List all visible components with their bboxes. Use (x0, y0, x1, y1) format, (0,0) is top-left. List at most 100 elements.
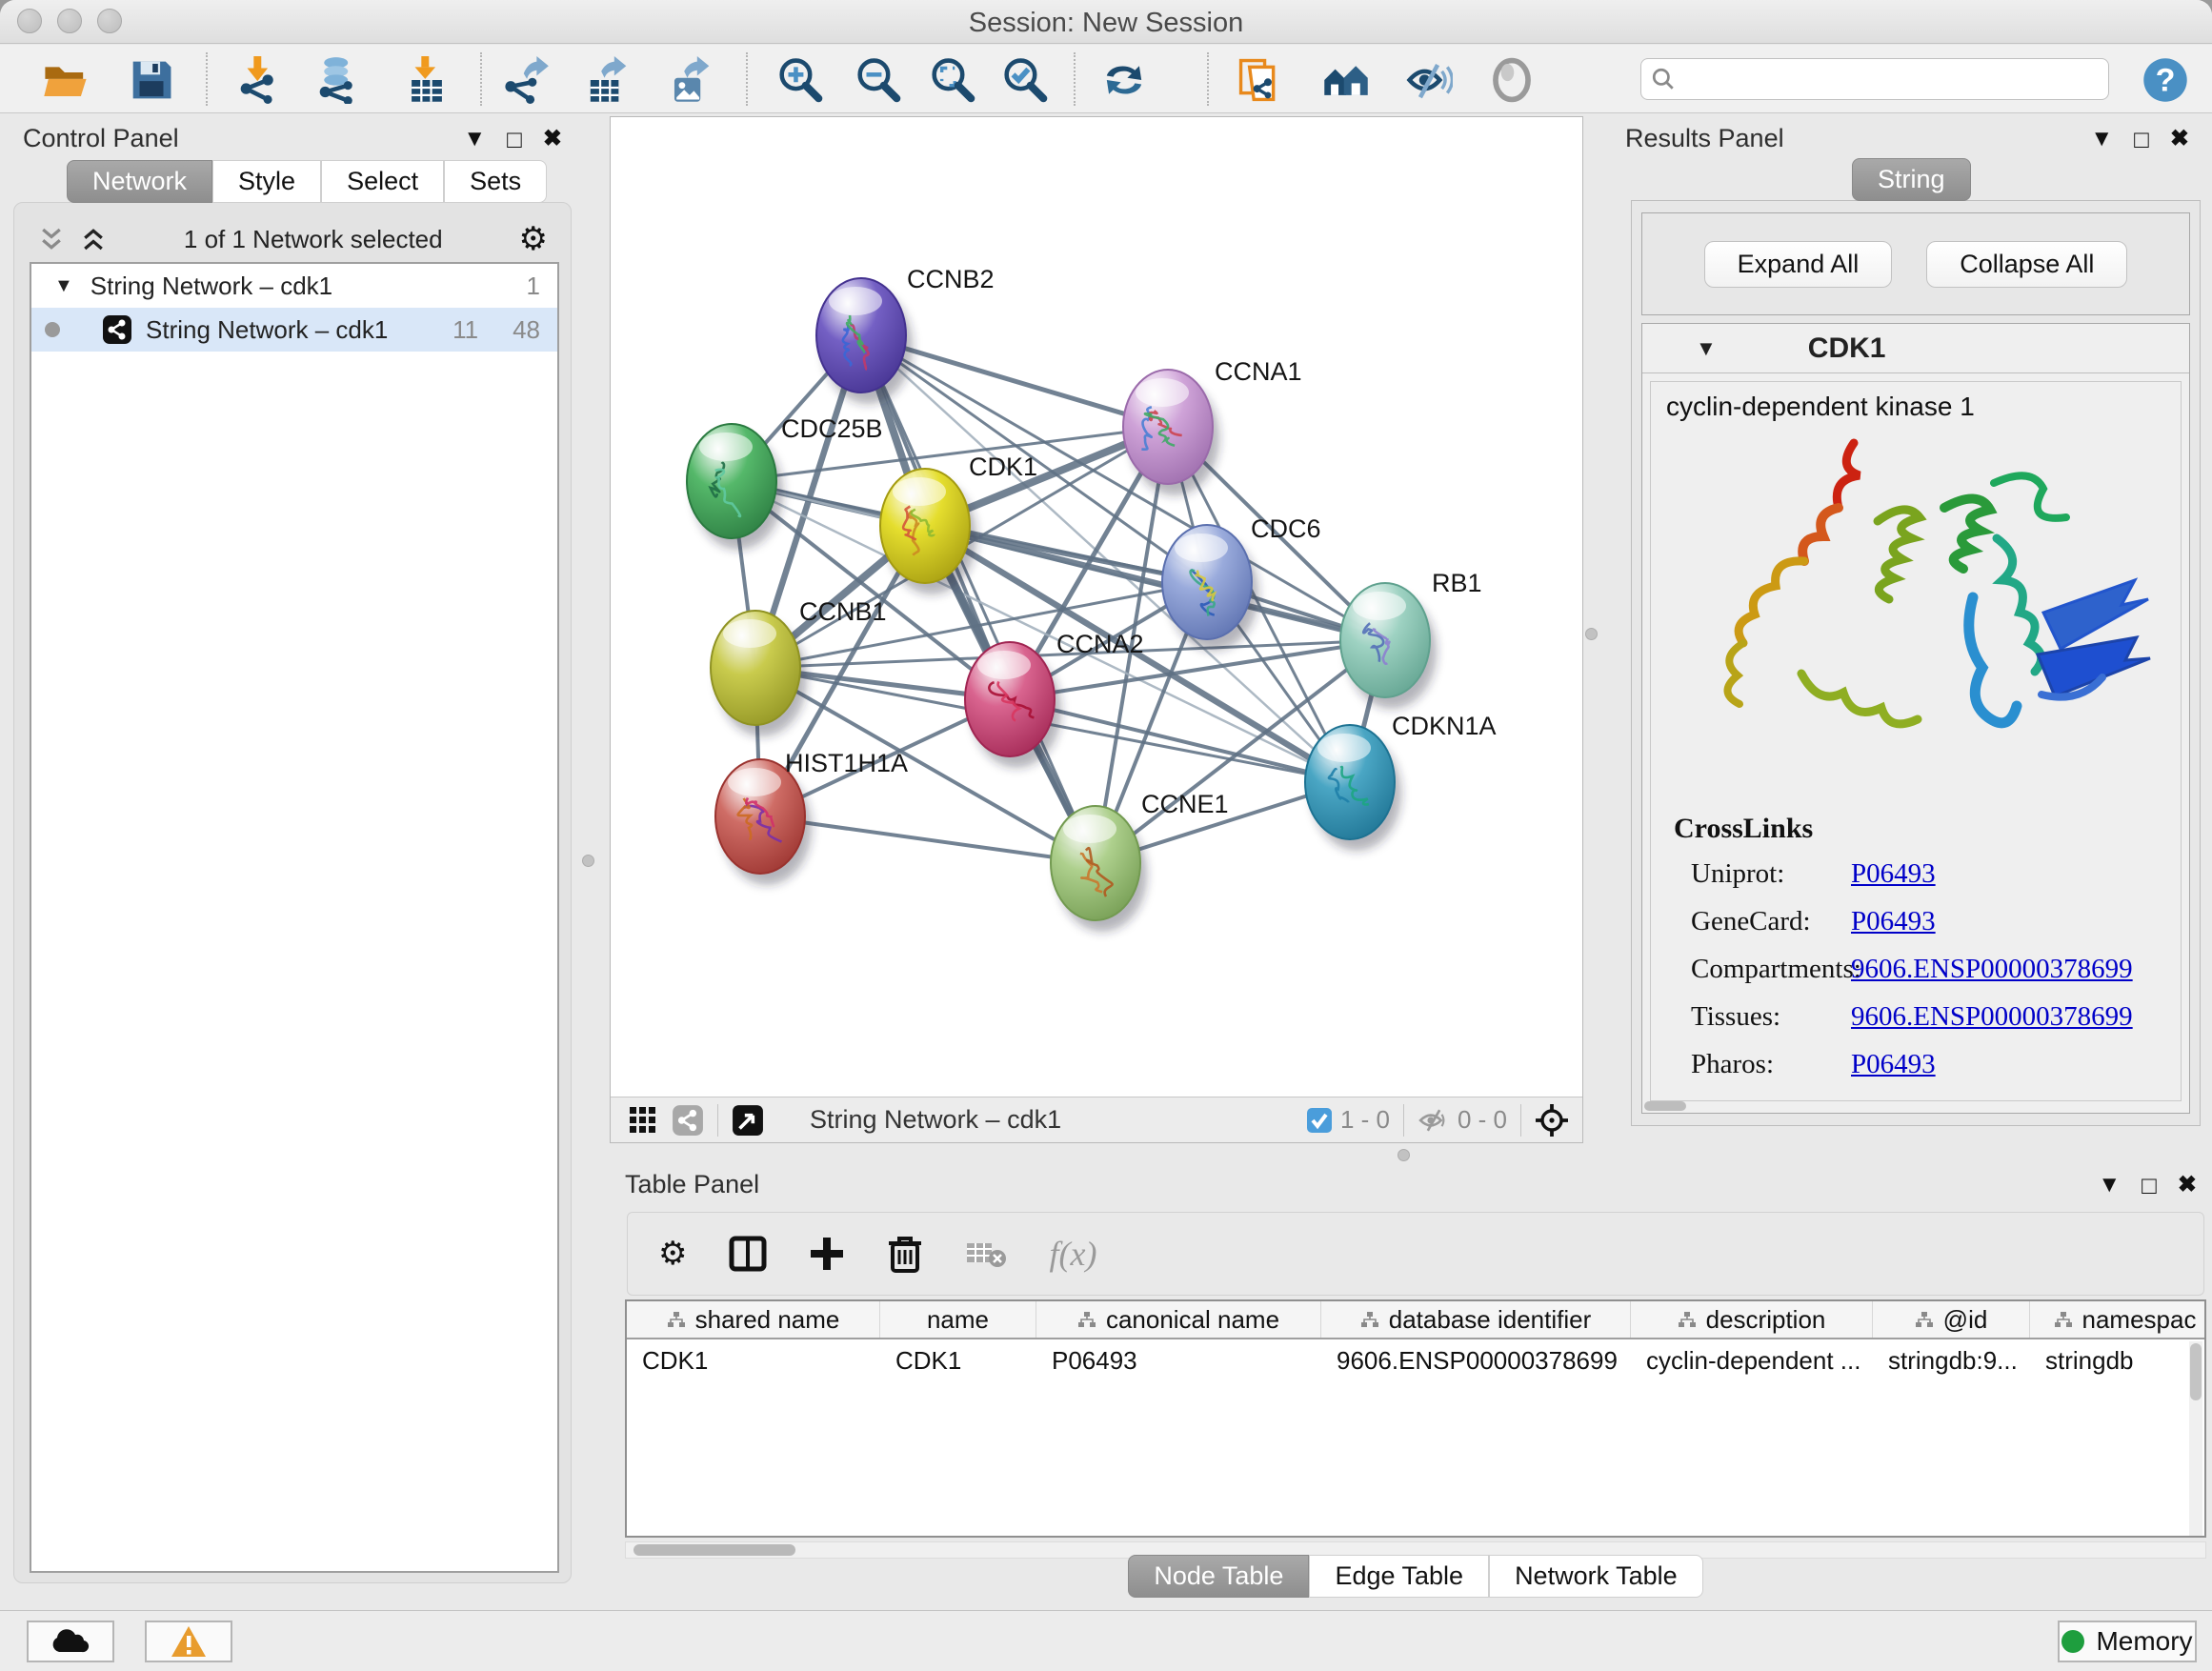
column-header[interactable]: database identifier (1321, 1301, 1631, 1338)
import-network-icon[interactable] (235, 56, 283, 104)
fit-selected-crosshair-icon[interactable] (1535, 1103, 1569, 1137)
results-hscroll-thumb[interactable] (1644, 1101, 1686, 1111)
crosslink-row: Tissues:9606.ENSP00000378699 (1674, 1001, 2133, 1033)
birdseye-view-icon[interactable] (732, 1104, 764, 1137)
column-header[interactable]: namespac (2030, 1301, 2206, 1338)
column-header[interactable]: canonical name (1036, 1301, 1321, 1338)
network-share-icon[interactable] (672, 1104, 704, 1137)
panel-float-icon[interactable]: ▼ (463, 128, 486, 151)
column-header[interactable]: description (1631, 1301, 1873, 1338)
right-splitter-handle[interactable] (1585, 628, 1598, 640)
add-column-icon[interactable] (809, 1236, 845, 1272)
left-splitter-handle[interactable] (582, 855, 594, 867)
network-options-gear-icon[interactable]: ⚙ (519, 223, 548, 255)
bottom-splitter-handle[interactable] (1398, 1149, 1410, 1161)
crosslink-link[interactable]: P06493 (1851, 858, 1936, 890)
table-header-row: shared namenamecanonical namedatabase id… (627, 1301, 2204, 1339)
import-table-icon[interactable] (403, 56, 451, 104)
panel-close-icon[interactable]: ✖ (543, 128, 562, 151)
grid-view-icon[interactable] (628, 1105, 658, 1136)
search-input[interactable] (1676, 64, 2108, 95)
tab-network-table[interactable]: Network Table (1489, 1555, 1703, 1598)
panel-maximize-icon[interactable]: □ (2134, 127, 2149, 151)
save-session-icon[interactable] (128, 56, 175, 104)
panel-maximize-icon[interactable]: □ (507, 127, 522, 151)
refresh-icon[interactable] (1100, 56, 1148, 104)
import-database-icon[interactable] (314, 56, 362, 104)
network-canvas[interactable]: CCNB2CCNA1CDC25BCDK1CDC6RB1CCNB1CCNA2CDK… (611, 117, 1582, 1097)
zoom-fit-icon[interactable] (929, 56, 976, 104)
protein-node-CCNA2[interactable] (965, 642, 1061, 768)
tab-sets[interactable]: Sets (444, 160, 547, 203)
network-collection-row[interactable]: ▼ String Network – cdk1 1 (31, 264, 557, 308)
export-image-icon[interactable] (667, 56, 714, 104)
hidden-items-eye-icon[interactable] (1418, 1106, 1450, 1135)
panel-float-icon[interactable]: ▼ (2090, 128, 2113, 151)
memory-status-dot (2061, 1630, 2084, 1653)
protein-node-CCNE1[interactable] (1051, 806, 1147, 932)
tab-select[interactable]: Select (321, 160, 444, 203)
panel-float-icon[interactable]: ▼ (2098, 1174, 2121, 1197)
zoom-in-icon[interactable] (776, 56, 824, 104)
column-header[interactable]: @id (1873, 1301, 2030, 1338)
export-network-icon[interactable] (502, 56, 550, 104)
collapse-all-button[interactable]: Collapse All (1926, 241, 2127, 288)
expand-all-icon[interactable] (79, 225, 108, 253)
delete-table-icon[interactable] (965, 1238, 1007, 1270)
crosslink-link[interactable]: 9606.ENSP00000378699 (1851, 954, 2133, 985)
home-icon[interactable] (1322, 56, 1370, 104)
crosslink-label: Uniprot: (1674, 858, 1851, 890)
table-options-gear-icon[interactable]: ⚙ (658, 1238, 687, 1270)
crosslink-link[interactable]: P06493 (1851, 906, 1936, 937)
warning-button[interactable] (145, 1621, 232, 1662)
protein-collapse-icon[interactable]: ▼ (1696, 336, 1717, 361)
protein-node-CDC25B[interactable] (687, 424, 783, 550)
show-icon[interactable] (1488, 56, 1536, 104)
panel-close-icon[interactable]: ✖ (2178, 1174, 2197, 1197)
cloud-button[interactable] (27, 1621, 114, 1662)
network-row[interactable]: String Network – cdk1 11 48 (31, 308, 557, 352)
column-header[interactable]: shared name (627, 1301, 880, 1338)
protein-node-RB1[interactable] (1340, 583, 1437, 709)
crosslink-row: GeneCard:P06493 (1674, 906, 2133, 937)
protein-name: CDK1 (1808, 332, 1886, 365)
memory-button[interactable]: Memory (2058, 1621, 2197, 1662)
tab-network[interactable]: Network (67, 160, 212, 203)
table-row[interactable]: CDK1CDK1P064939606.ENSP00000378699cyclin… (627, 1339, 2204, 1381)
selected-items-checkbox[interactable] (1306, 1107, 1333, 1134)
export-table-icon[interactable] (584, 56, 632, 104)
protein-node-CCNB1[interactable] (711, 611, 807, 736)
status-bar: Memory (0, 1610, 2212, 1671)
results-panel: Results Panel ▼ □ ✖ String Expand All Co… (1619, 116, 2201, 1137)
protein-node-CDKN1A[interactable] (1305, 725, 1401, 851)
protein-node-HIST1H1A[interactable] (715, 759, 812, 885)
hide-icon[interactable] (1405, 56, 1453, 104)
expand-all-button[interactable]: Expand All (1704, 241, 1893, 288)
function-builder-icon[interactable]: f(x) (1049, 1234, 1096, 1274)
protein-node-CDC6[interactable] (1162, 525, 1258, 651)
show-columns-icon[interactable] (729, 1235, 767, 1273)
tab-edge-table[interactable]: Edge Table (1309, 1555, 1489, 1598)
collapse-all-icon[interactable] (37, 225, 66, 253)
tab-node-table[interactable]: Node Table (1128, 1555, 1309, 1598)
node-label-CDKN1A: CDKN1A (1392, 712, 1497, 740)
help-icon[interactable]: ? (2142, 56, 2189, 104)
zoom-out-icon[interactable] (855, 56, 902, 104)
open-session-icon[interactable] (42, 56, 90, 104)
table-vscroll[interactable] (2189, 1341, 2202, 1538)
collection-expand-icon[interactable]: ▼ (54, 275, 73, 297)
current-network-dot (45, 322, 60, 337)
tab-style[interactable]: Style (212, 160, 321, 203)
protein-node-CCNB2[interactable] (816, 278, 913, 404)
delete-column-icon[interactable] (887, 1235, 923, 1273)
tab-string[interactable]: String (1852, 158, 1971, 201)
crosslink-link[interactable]: 9606.ENSP00000378699 (1851, 1001, 2133, 1033)
copy-network-icon[interactable] (1237, 56, 1284, 104)
panel-close-icon[interactable]: ✖ (2170, 128, 2189, 151)
column-header[interactable]: name (880, 1301, 1036, 1338)
panel-maximize-icon[interactable]: □ (2142, 1173, 2157, 1198)
crosslink-link[interactable]: P06493 (1851, 1049, 1936, 1080)
crosslink-label: Tissues: (1674, 1001, 1851, 1033)
zoom-selected-icon[interactable] (1001, 56, 1049, 104)
toolbar-separator (206, 52, 208, 106)
